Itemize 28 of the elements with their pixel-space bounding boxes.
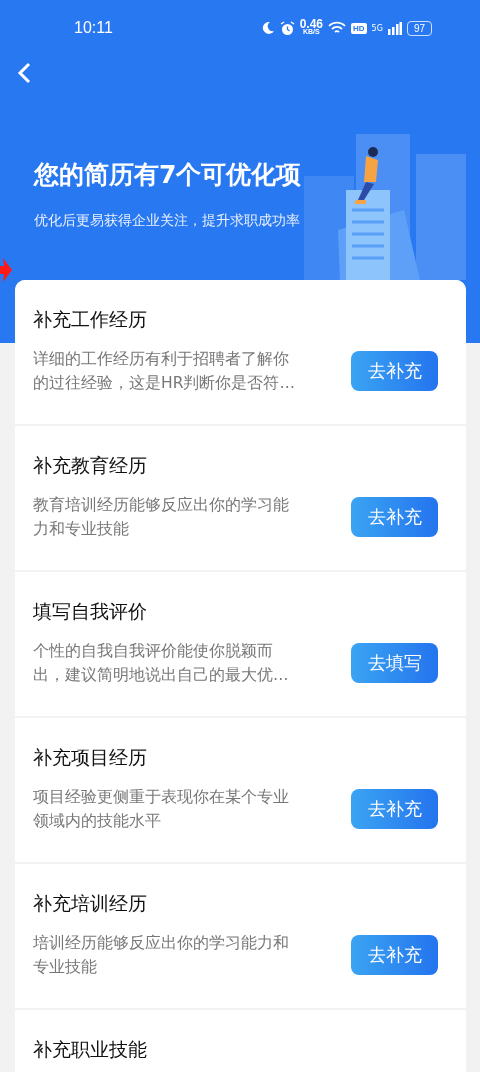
signal-icon: [387, 21, 402, 35]
status-time: 10:11: [74, 19, 113, 37]
action-button[interactable]: 去补充: [351, 351, 438, 391]
action-button[interactable]: 去补充: [351, 935, 438, 975]
moon-icon: [260, 21, 275, 35]
arrow-icon: [0, 257, 12, 283]
hd-label: HD: [351, 22, 367, 34]
suggestion-title: 补充培训经历: [33, 891, 148, 916]
suggestion-title: 补充教育经历: [33, 453, 148, 478]
wifi-icon: [328, 21, 346, 35]
suggestion-description: 教育培训经历能够反应出你的学习能力和专业技能: [33, 495, 290, 540]
suggestion-title: 补充项目经历: [33, 745, 148, 770]
suggestion-title: 补充工作经历: [33, 307, 148, 332]
suggestion-description: 个性的自我自我评价能使你脱颖而出，建议简明地说出自己的最大优…: [33, 641, 290, 686]
action-button[interactable]: 去补充: [351, 789, 438, 829]
suggestion-title: 补充职业技能: [33, 1037, 148, 1062]
suggestion-title: 填写自我评价: [33, 599, 148, 624]
suggestion-description: 培训经历能够反应出你的学习能力和专业技能: [33, 933, 290, 978]
action-button[interactable]: 去填写: [351, 643, 438, 683]
battery-level: 97: [406, 20, 432, 36]
suggestion-description: 详细的工作经历有利于招聘者了解你的过往经验，这是HR判断你是否符…: [33, 349, 296, 394]
page-title: 您的简历有7个可优化项: [34, 159, 302, 191]
page-subtitle: 优化后更易获得企业关注，提升求职成功率: [34, 212, 300, 230]
network-speed: 0.46: [299, 20, 323, 28]
suggestion-description: 项目经验更侧重于表现你在某个专业领域内的技能水平: [33, 787, 290, 832]
alarm-icon: [279, 20, 295, 36]
action-button[interactable]: 去补充: [351, 497, 438, 537]
network-label: 5G: [371, 23, 383, 33]
